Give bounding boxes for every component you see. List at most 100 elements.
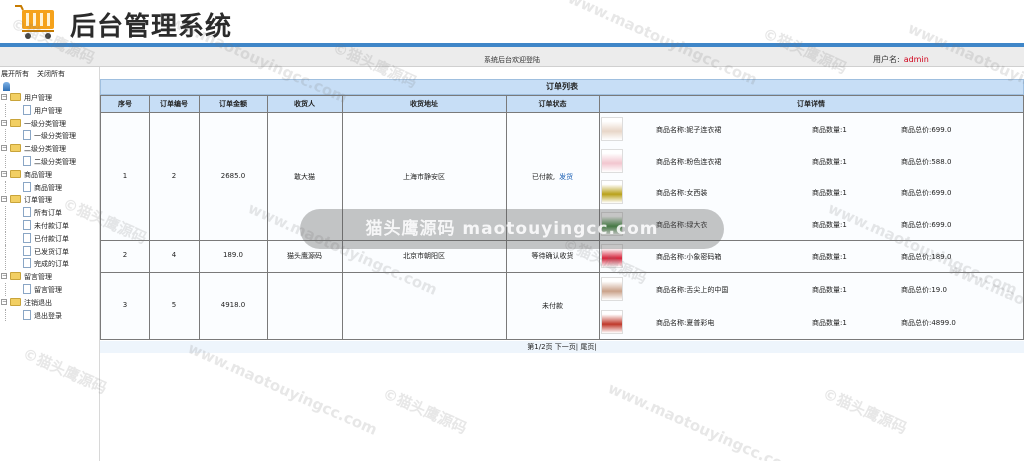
tree-group-3[interactable]: − 二级分类管理 [0,142,100,155]
page-indicator: 第1/2页 [527,343,553,351]
cell-receiver: 敢大猫 [294,172,315,181]
order-table-header: 序号 订单编号 订单金额 收货人 收货地址 订单状态 订单详情 [101,96,1023,113]
product-name: 商品名称:舌尖上的中国 [656,285,729,294]
tree-connector [5,154,6,168]
tree-group-2[interactable]: − 一级分类管理 [0,117,100,130]
tree-group-1[interactable]: − 用户管理 [0,91,100,104]
folder-icon [10,144,21,153]
tree-group-label[interactable]: 用户管理 [24,93,52,103]
product-thumbnail [601,116,623,141]
page-icon [23,104,31,115]
folder-icon [10,93,21,101]
column-header: 订单编号 [160,100,188,108]
order-status: 未付款 [542,301,563,310]
last-page-link[interactable]: 尾页| [580,343,596,351]
tree-group-7[interactable]: − 注销退出 [0,296,100,309]
watermark: www.maotouyingcc.com [185,339,380,439]
tree-group-label[interactable]: 注销退出 [24,298,52,308]
collapse-icon[interactable]: − [1,145,7,152]
cell-address: 上海市静安区 [403,172,445,181]
page-icon [23,181,31,192]
column-divider [267,96,268,339]
column-header: 收货地址 [410,100,438,108]
tree-group-4[interactable]: − 商品管理 [0,168,100,181]
cell-receiver: 猫头鹰源码 [287,252,322,260]
collapse-icon[interactable]: − [1,196,7,203]
tree-item[interactable]: 二级分类管理 [0,154,100,168]
tree-item-label[interactable]: 未付款订单 [34,221,69,231]
tree-group-6[interactable]: − 留言管理 [0,270,100,283]
tree-group-label[interactable]: 二级分类管理 [24,144,66,154]
tree-item[interactable]: 未付款订单 [0,218,100,232]
tree-item[interactable]: 退出登录 [0,308,100,322]
collapse-icon[interactable]: − [1,170,7,177]
tree-connector [5,308,6,322]
tree-item[interactable]: 商品管理 [0,180,100,194]
product-thumbnail [601,244,623,268]
welcome-bar: 系统后台欢迎登陆 用户名: admin [0,47,1024,67]
tree-group-label[interactable]: 商品管理 [24,170,52,180]
column-header: 订单详情 [797,100,825,108]
tree-group-label[interactable]: 一级分类管理 [24,119,66,129]
product-total: 商品总价:699.0 [901,125,952,134]
cell-amount: 4918.0 [220,300,246,309]
product-thumbnail [601,310,623,335]
cell-index: 2 [122,251,128,259]
top-bar: 后台管理系统 [0,0,1024,44]
cell-index: 3 [122,300,128,309]
tree-connector [5,218,6,232]
order-table: 序号 订单编号 订单金额 收货人 收货地址 订单状态 订单详情 1 2 2685.0 敢大猫 上海市… [100,95,1024,340]
tree-item-label[interactable]: 所有订单 [34,208,62,218]
tree-item-label[interactable]: 完成的订单 [34,259,69,269]
tree-group-5[interactable]: − 订单管理 [0,193,100,206]
collapse-icon[interactable]: − [1,119,7,126]
cell-status: 等待确认收货 [506,251,599,261]
tree-item-label[interactable]: 商品管理 [34,183,62,193]
expand-all-link[interactable]: 展开所有 [1,70,29,78]
product-quantity: 商品数量:1 [812,157,847,166]
tree-item[interactable]: 留言管理 [0,282,100,296]
tree-item[interactable]: 一级分类管理 [0,129,100,143]
tree-item-label[interactable]: 已付款订单 [34,234,69,244]
collapse-all-link[interactable]: 关闭所有 [37,70,65,78]
column-header: 收货人 [294,100,315,108]
tree-item[interactable]: 用户管理 [0,103,100,117]
column-divider [342,96,343,339]
user-name: admin [903,55,929,64]
product-quantity: 商品数量:1 [812,125,847,134]
tree-item[interactable]: 完成的订单 [0,257,100,271]
page-icon [23,130,31,141]
product-name: 商品名称:绿大衣 [656,221,708,230]
product-total: 商品总价:4899.0 [901,319,956,328]
collapse-icon[interactable]: − [1,273,7,280]
order-status: 等待确认收货 [531,252,574,260]
product-quantity: 商品数量:1 [812,285,847,294]
folder-icon [10,118,21,127]
column-divider [599,96,600,339]
tree-item[interactable]: 已付款订单 [0,231,100,245]
tree-item[interactable]: 所有订单 [0,206,100,219]
folder-icon [10,169,21,178]
ship-order-link[interactable]: 发货 [559,173,573,181]
tree-item-label[interactable]: 留言管理 [34,285,62,295]
tree-item-label[interactable]: 已发货订单 [34,247,69,257]
collapse-icon[interactable]: − [1,298,7,305]
tree-group-label[interactable]: 订单管理 [24,195,52,205]
pagination: 第1/2页 下一页| 尾页| [100,341,1024,353]
next-page-link[interactable]: 下一页| [555,343,578,351]
product-name: 商品名称:小象密码箱 [656,253,722,261]
page-icon [23,155,31,166]
tree-connector [5,257,6,271]
cell-amount: 2685.0 [220,171,246,180]
column-header: 序号 [118,100,132,108]
tree-item-label[interactable]: 一级分类管理 [34,131,76,141]
collapse-icon[interactable]: − [1,94,7,100]
order-list-title: 订单列表 [100,79,1024,95]
tree-group-label[interactable]: 留言管理 [24,272,52,282]
product-total: 商品总价:699.0 [901,221,952,230]
tree-item-label[interactable]: 用户管理 [34,106,62,116]
tree-item-label[interactable]: 二级分类管理 [34,157,76,167]
tree-item[interactable]: 已发货订单 [0,244,100,258]
tree-item-label[interactable]: 退出登录 [34,311,62,321]
tree-connector [5,180,6,194]
